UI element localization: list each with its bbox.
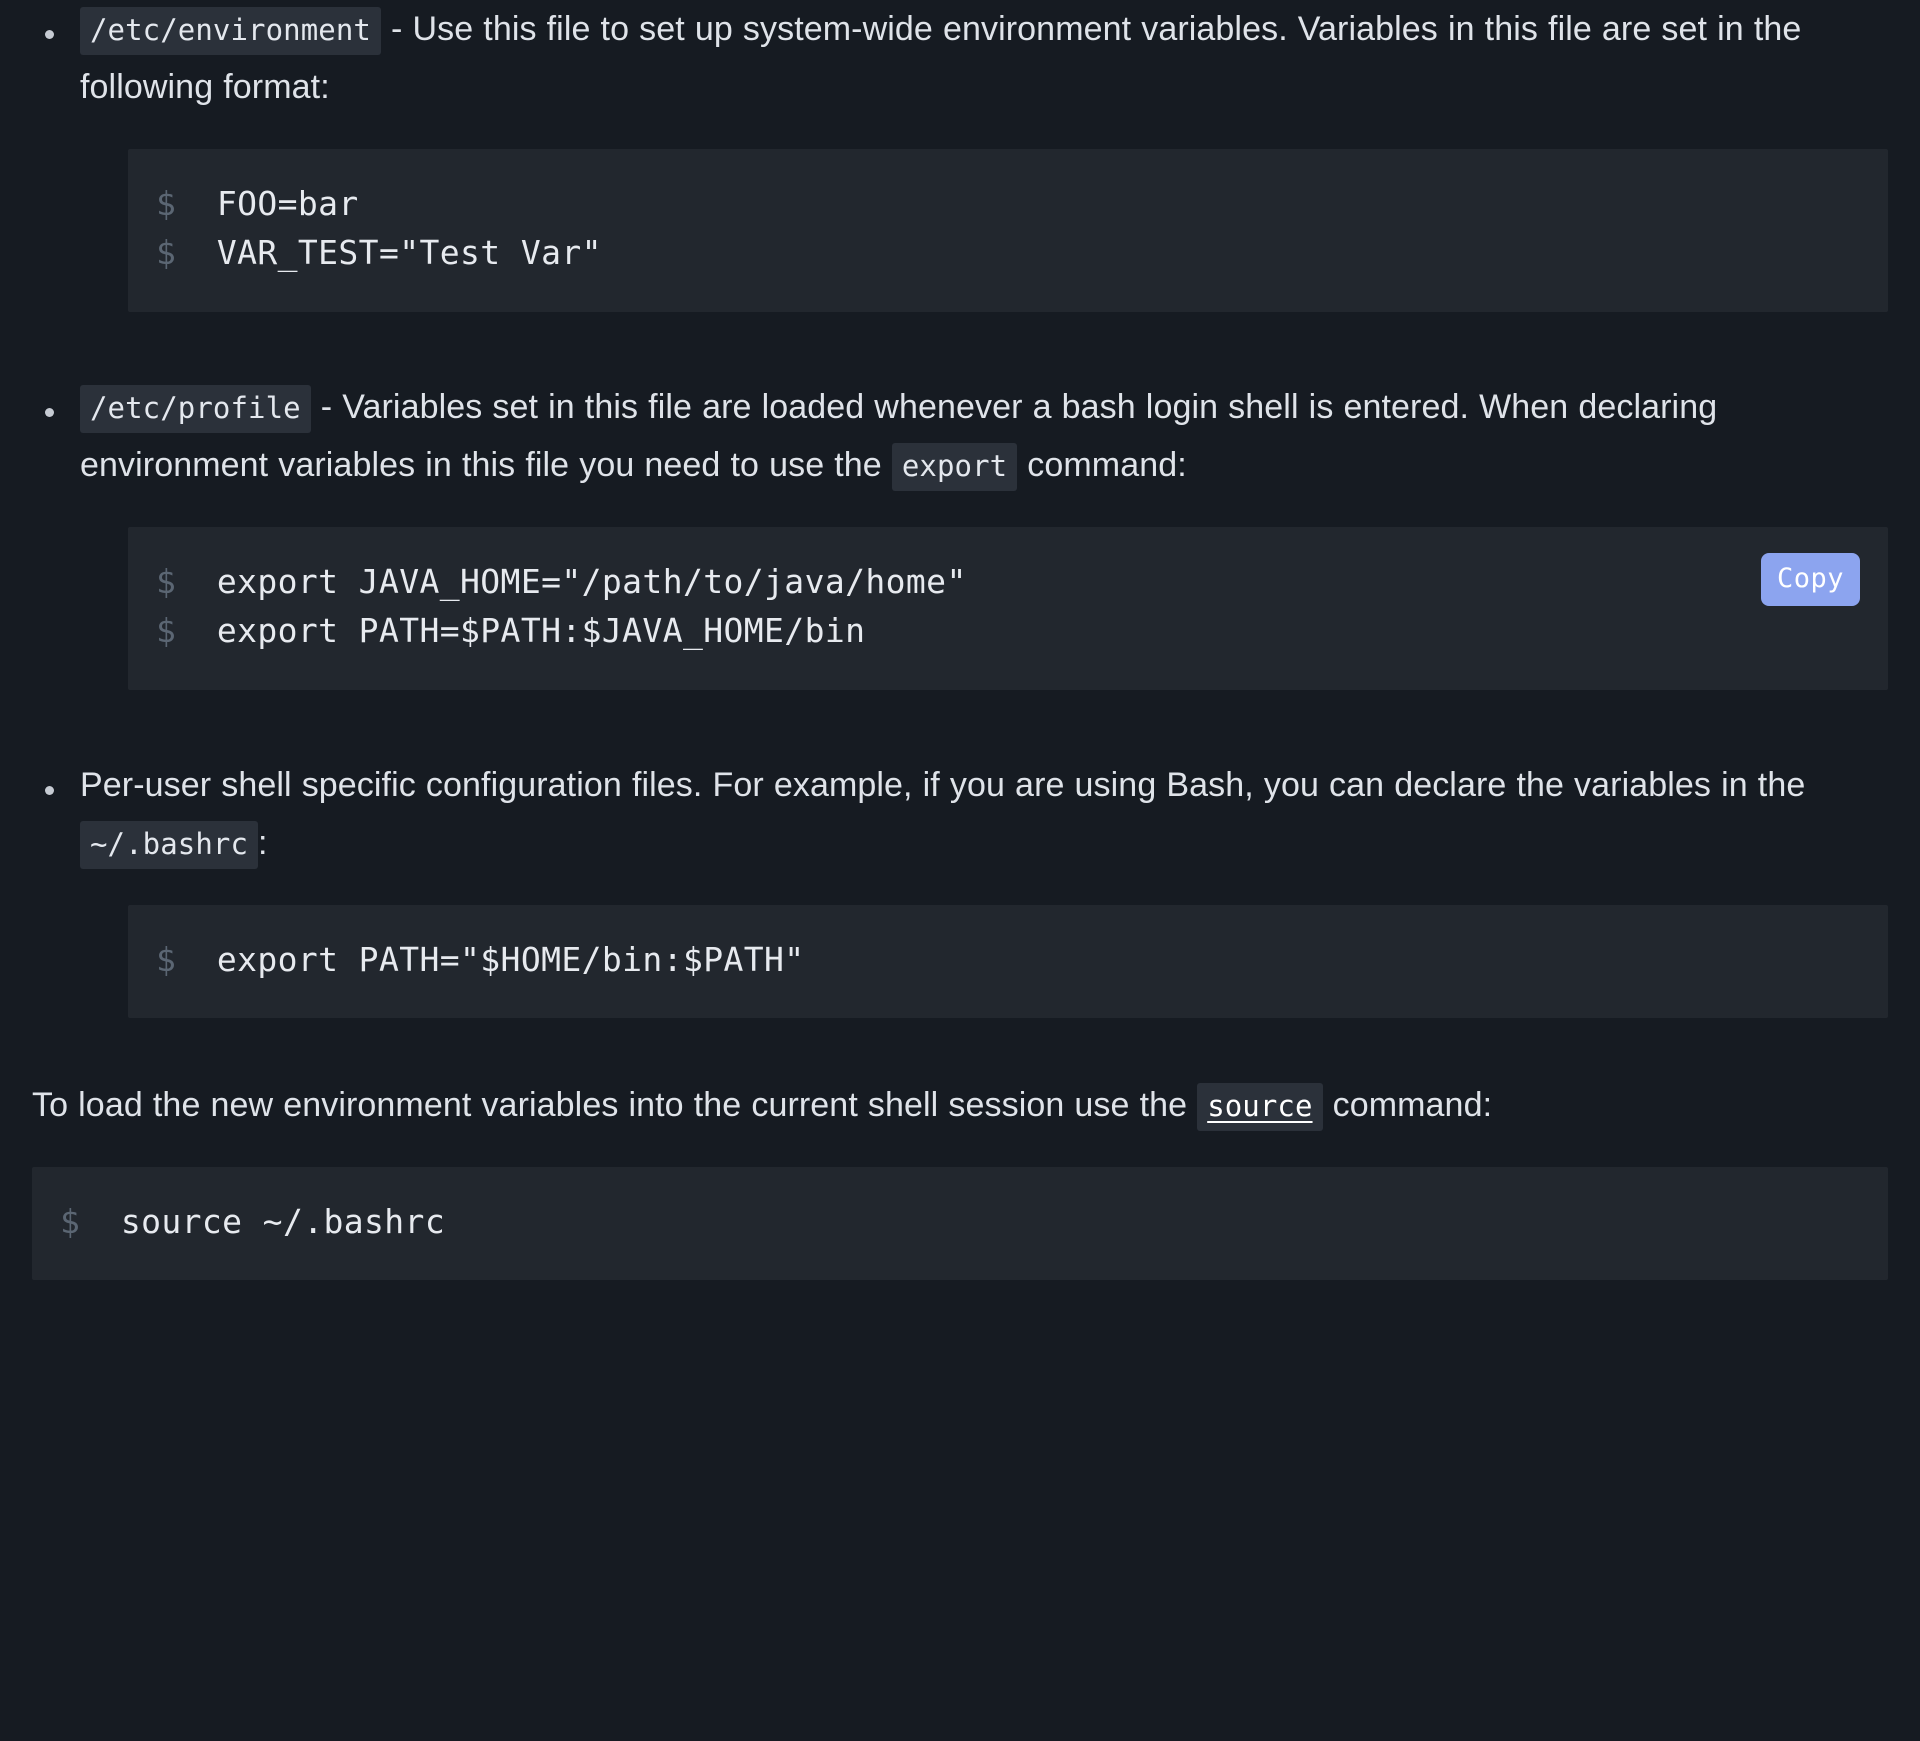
- per-user-shell-trailing-colon: :: [258, 824, 268, 863]
- code-text: export PATH=$PATH:$JAVA_HOME/bin: [216, 611, 866, 651]
- closing-text-after: command:: [1322, 1086, 1493, 1125]
- etc-environment-paragraph: /etc/environment - Use this file to set …: [80, 0, 1888, 117]
- per-user-shell-paragraph: Per-user shell specific configuration fi…: [80, 756, 1888, 873]
- code-block-profile-example: Copy $ export JAVA_HOME="/path/to/java/h…: [128, 526, 1888, 690]
- etc-profile-paragraph: /etc/profile - Variables set in this fil…: [80, 378, 1888, 495]
- code-block-source-command: $ source ~/.bashrc: [32, 1166, 1888, 1281]
- inline-code-etc-profile: /etc/profile: [80, 384, 311, 433]
- shell-prompt-symbol: $: [156, 183, 217, 223]
- code-text: export JAVA_HOME="/path/to/java/home": [216, 561, 967, 601]
- code-text: FOO=bar: [216, 183, 359, 223]
- code-text: export PATH="$HOME/bin:$PATH": [216, 939, 805, 979]
- code-text: VAR_TEST="Test Var": [216, 233, 602, 273]
- per-user-shell-description: Per-user shell specific configuration fi…: [80, 765, 1806, 804]
- inline-code-etc-environment: /etc/environment: [80, 7, 381, 55]
- code-block-environment-example: $ FOO=bar $ VAR_TEST="Test Var": [128, 148, 1888, 312]
- document-page: /etc/environment - Use this file to set …: [0, 0, 1920, 1741]
- config-files-list: /etc/environment - Use this file to set …: [32, 0, 1888, 1019]
- list-item-etc-environment: /etc/environment - Use this file to set …: [32, 0, 1888, 312]
- bullet-dot-icon: [45, 785, 54, 795]
- shell-prompt-symbol: $: [156, 611, 217, 651]
- bullet-dot-icon: [45, 407, 54, 417]
- code-line: $ export PATH="$HOME/bin:$PATH": [156, 935, 1860, 985]
- code-line: $ export JAVA_HOME="/path/to/java/home": [156, 557, 1860, 607]
- etc-profile-description-part2: command:: [1017, 446, 1187, 485]
- inline-code-source-link[interactable]: source: [1197, 1083, 1323, 1132]
- list-item-etc-profile: /etc/profile - Variables set in this fil…: [32, 378, 1888, 690]
- bullet-dot-icon: [45, 30, 54, 39]
- shell-prompt-symbol: $: [156, 939, 217, 979]
- code-text: source ~/.bashrc: [120, 1201, 446, 1241]
- code-line: $ export PATH=$PATH:$JAVA_HOME/bin: [156, 606, 1860, 656]
- closing-paragraph: To load the new environment variables in…: [32, 1076, 1888, 1134]
- shell-prompt-symbol: $: [156, 561, 217, 601]
- inline-code-export: export: [891, 443, 1018, 492]
- shell-prompt-symbol: $: [156, 233, 217, 273]
- code-line: $ VAR_TEST="Test Var": [156, 228, 1860, 278]
- copy-button[interactable]: Copy: [1760, 552, 1860, 606]
- code-line: $ FOO=bar: [156, 179, 1860, 229]
- list-item-per-user-shell-files: Per-user shell specific configuration fi…: [32, 756, 1888, 1019]
- code-line: $ source ~/.bashrc: [60, 1197, 1860, 1247]
- closing-text-before: To load the new environment variables in…: [32, 1086, 1198, 1125]
- code-block-bashrc-example: $ export PATH="$HOME/bin:$PATH": [128, 904, 1888, 1019]
- inline-code-bashrc: ~/.bashrc: [80, 821, 259, 870]
- shell-prompt-symbol: $: [60, 1201, 121, 1241]
- source-command-link[interactable]: source: [1207, 1089, 1312, 1123]
